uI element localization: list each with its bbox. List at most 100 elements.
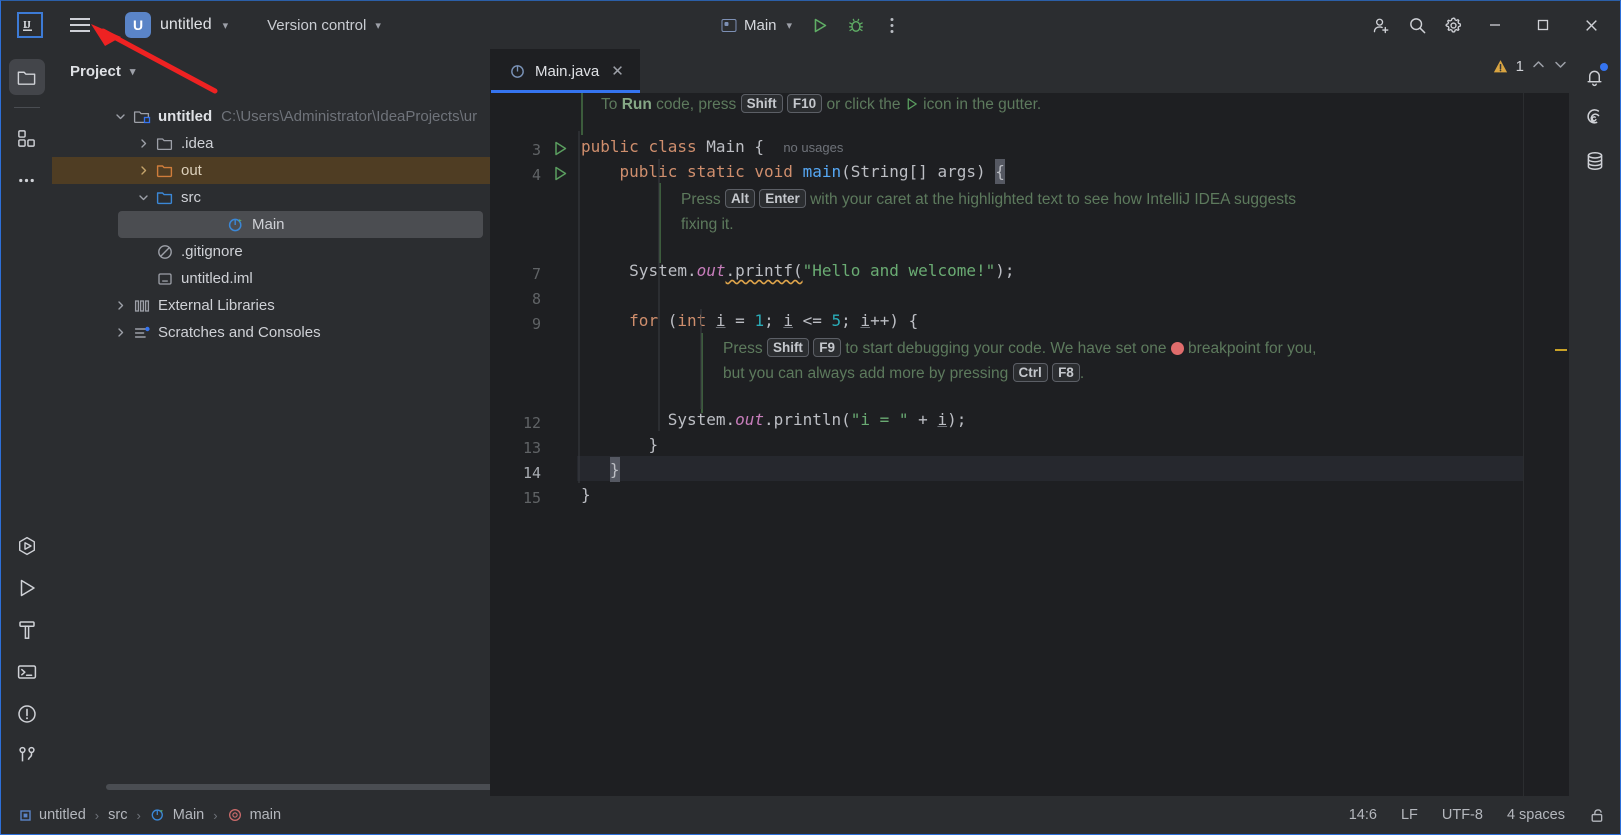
tree-path: C:\Users\Administrator\IdeaProjects\ur xyxy=(221,108,478,125)
sidebar-item-build[interactable] xyxy=(9,612,45,648)
tree-node-untitled[interactable]: untitled C:\Users\Administrator\IdeaProj… xyxy=(52,103,491,130)
chevron-down-icon: ▾ xyxy=(375,19,381,32)
editor-gutter[interactable]: 3 4 7 8 9 12 13 14 15 xyxy=(491,93,577,796)
breadcrumb-separator: › xyxy=(94,807,100,823)
chevron-down-icon: ▾ xyxy=(786,19,793,32)
settings-button[interactable] xyxy=(1436,8,1470,42)
chevron-down-icon[interactable] xyxy=(137,191,150,204)
chevron-down-icon[interactable] xyxy=(114,110,127,123)
add-user-button[interactable] xyxy=(1364,8,1398,42)
run-button[interactable] xyxy=(803,8,837,42)
line-number: 13 xyxy=(522,439,541,457)
inspection-widget[interactable]: 1 xyxy=(1492,57,1568,76)
line-number-current: 14 xyxy=(522,464,541,482)
breadcrumb-item-untitled[interactable]: untitled xyxy=(19,807,86,823)
title-bar-right xyxy=(1364,2,1614,48)
left-tool-rail xyxy=(1,49,52,796)
unlocked-icon[interactable] xyxy=(1589,807,1606,824)
project-widget[interactable]: U untitled ▾ xyxy=(117,8,236,42)
libraries-icon xyxy=(132,296,151,315)
previous-problem-icon[interactable] xyxy=(1531,57,1546,76)
scrollbar-warning-mark xyxy=(1555,349,1567,351)
sidebar-item-more-tool-windows[interactable] xyxy=(9,162,45,198)
breadcrumb-item-main-class[interactable]: Main xyxy=(150,807,204,823)
string-literal: "Hello and welcome!" xyxy=(802,261,996,280)
sidebar-item-ai-assistant[interactable] xyxy=(1577,101,1613,137)
line-separator[interactable]: LF xyxy=(1401,807,1418,823)
sidebar-item-problems[interactable] xyxy=(9,696,45,732)
tree-node-gitignore[interactable]: .gitignore xyxy=(52,238,491,265)
indent-setting[interactable]: 4 spaces xyxy=(1507,807,1565,823)
coverage-icon xyxy=(18,536,35,556)
sidebar-item-version-control[interactable] xyxy=(9,738,45,774)
tree-label: untitled xyxy=(158,108,213,125)
file-encoding[interactable]: UTF-8 xyxy=(1442,807,1483,823)
sidebar-item-structure[interactable] xyxy=(9,120,45,156)
main-menu-hamburger-icon[interactable] xyxy=(63,8,97,42)
spiral-icon xyxy=(1586,109,1599,124)
sidebar-item-terminal[interactable] xyxy=(9,654,45,690)
chevron-right-icon[interactable] xyxy=(137,164,150,177)
line-number: 9 xyxy=(531,315,541,333)
gutter-run-icon[interactable] xyxy=(552,140,569,161)
hint-accent-bar xyxy=(581,93,583,135)
tab-label: Main.java xyxy=(535,62,600,80)
run-configuration-selector[interactable]: Main ▾ xyxy=(712,12,801,39)
tab-main-java[interactable]: Main.java ✕ xyxy=(491,49,640,93)
code-content[interactable]: To Run code, press Shift F10 or click th… xyxy=(577,93,1523,796)
java-class-icon xyxy=(151,809,163,821)
tree-node-idea[interactable]: .idea xyxy=(52,130,491,157)
maximize-button[interactable] xyxy=(1520,2,1566,48)
caret-position[interactable]: 14:6 xyxy=(1349,807,1377,823)
run-banner-hint: To Run code, press Shift F10 or click th… xyxy=(601,93,1041,117)
main-body: Project ▾ untitled C:\Users\Administrato… xyxy=(1,20,1620,796)
chevron-right-icon[interactable] xyxy=(114,299,127,312)
tree-node-src[interactable]: src xyxy=(52,184,491,211)
code-editor[interactable]: 3 4 7 8 9 12 13 14 15 To Run code, press… xyxy=(491,93,1569,796)
chevron-right-icon[interactable] xyxy=(137,137,150,150)
tree-node-main[interactable]: Main xyxy=(118,211,483,238)
chevron-right-icon[interactable] xyxy=(114,326,127,339)
breadcrumb-label: untitled xyxy=(39,807,86,823)
close-icon[interactable]: ✕ xyxy=(611,62,624,80)
breadcrumb-item-main-method[interactable]: main xyxy=(227,807,281,823)
keycap-f10: F10 xyxy=(786,94,823,113)
breadcrumb-label: main xyxy=(249,807,282,823)
run-config-label: Main xyxy=(743,16,777,34)
line7-end: ); xyxy=(995,261,1015,280)
more-actions-button[interactable] xyxy=(875,8,909,42)
line-number: 7 xyxy=(531,265,541,283)
banner-prefix: To xyxy=(601,96,622,113)
hint2-text: to start debugging your code. We have se… xyxy=(841,340,1171,357)
tree-node-external-libraries[interactable]: External Libraries xyxy=(52,292,491,319)
search-button[interactable] xyxy=(1400,8,1434,42)
module-icon xyxy=(20,809,31,821)
tree-node-untitled-iml[interactable]: untitled.iml xyxy=(52,265,491,292)
close-button[interactable] xyxy=(1568,2,1614,48)
sidebar-item-database[interactable] xyxy=(1577,143,1613,179)
inspection-strip[interactable] xyxy=(1523,93,1569,796)
method-icon xyxy=(228,809,241,821)
minimize-button[interactable] xyxy=(1472,2,1518,48)
sidebar-item-notifications[interactable] xyxy=(1577,59,1613,95)
usages-inlay[interactable]: no usages xyxy=(783,140,843,155)
tree-label: .gitignore xyxy=(181,243,243,260)
gutter-run-icon[interactable] xyxy=(552,165,569,186)
sidebar-item-run[interactable] xyxy=(9,570,45,606)
tree-label: .idea xyxy=(181,135,214,152)
version-control-widget[interactable]: Version control ▾ xyxy=(258,12,390,39)
project-panel-header[interactable]: Project ▾ xyxy=(52,49,491,93)
status-bar: untitled › src › Main › main 14:6 LF UTF… xyxy=(1,796,1620,834)
next-problem-icon[interactable] xyxy=(1553,57,1568,76)
keycap-ctrl: Ctrl xyxy=(1012,363,1048,382)
sidebar-item-coverage[interactable] xyxy=(9,528,45,564)
project-panel-horizontal-scrollbar[interactable] xyxy=(106,784,496,790)
debug-button[interactable] xyxy=(839,8,873,42)
tree-node-out[interactable]: out xyxy=(52,157,491,184)
breadcrumb-item-src[interactable]: src xyxy=(108,807,127,823)
line12-concat: + i); xyxy=(908,410,967,429)
keycap-f9: F9 xyxy=(813,338,842,357)
breadcrumb: untitled › src › Main › main xyxy=(19,807,281,823)
tree-node-scratches-consoles[interactable]: Scratches and Consoles xyxy=(52,319,491,346)
sidebar-item-project[interactable] xyxy=(8,59,45,95)
